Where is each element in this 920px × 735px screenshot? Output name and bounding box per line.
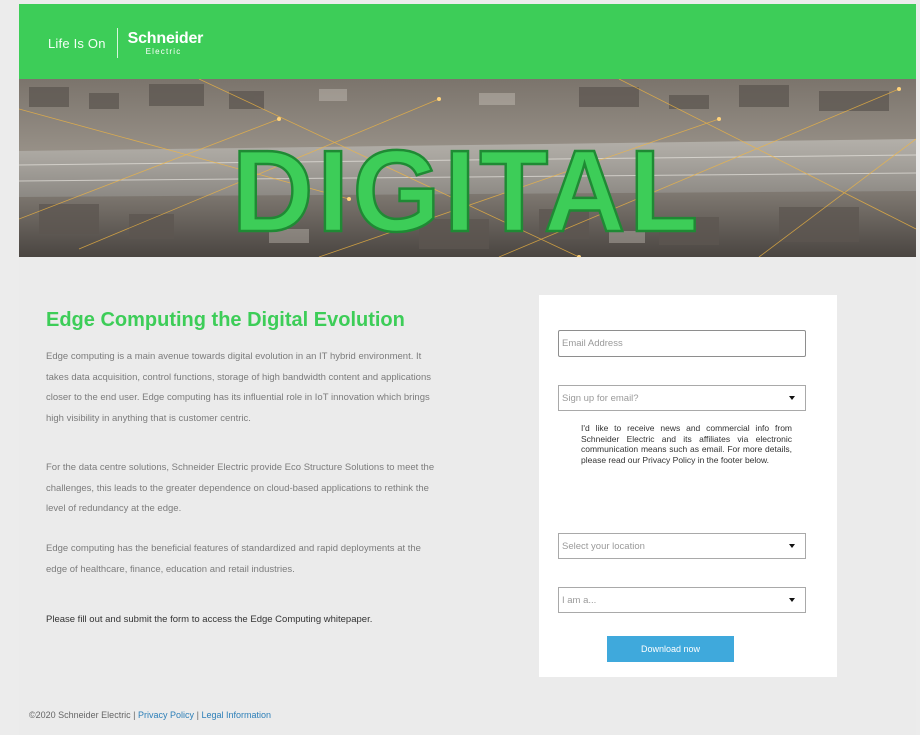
caret-down-icon xyxy=(789,396,795,400)
privacy-policy-link[interactable]: Privacy Policy xyxy=(138,710,194,720)
logo-name: Schneider xyxy=(127,29,204,47)
location-placeholder: Select your location xyxy=(562,540,645,552)
brand-divider xyxy=(116,28,118,58)
consent-text: I'd like to receive news and commercial … xyxy=(581,423,792,465)
copyright-text: ©2020 Schneider Electric | xyxy=(29,710,136,720)
download-form: Email Address Sign up for email? I'd lik… xyxy=(539,295,837,677)
hero-city-image: DIGITAL xyxy=(19,79,916,257)
article-paragraph: For the data centre solutions, Schneider… xyxy=(46,462,435,514)
article-paragraph: Edge computing is a main avenue towards … xyxy=(46,351,432,424)
article-title: Edge Computing the Digital Evolution xyxy=(46,309,405,331)
tagline: Life Is On xyxy=(48,35,106,51)
footer-separator: | xyxy=(196,710,199,720)
email-input[interactable]: Email Address xyxy=(558,330,806,357)
caret-down-icon xyxy=(789,544,795,548)
brand-lockup[interactable]: Life Is On Schneider Electric xyxy=(48,28,203,58)
signup-select[interactable]: Sign up for email? xyxy=(558,385,806,411)
landing-page: Life Is On Schneider Electric DIGITAL Ed… xyxy=(0,0,920,735)
header-bar: Life Is On Schneider Electric xyxy=(19,4,916,79)
schneider-logo: Schneider Electric xyxy=(127,29,204,56)
footer: ©2020 Schneider Electric | Privacy Polic… xyxy=(29,710,271,720)
article-cta: Please fill out and submit the form to a… xyxy=(46,614,373,625)
hero-word: DIGITAL xyxy=(232,126,702,256)
caret-down-icon xyxy=(789,598,795,602)
role-select[interactable]: I am a... xyxy=(558,587,806,613)
logo-sub: Electric xyxy=(145,46,182,56)
location-select[interactable]: Select your location xyxy=(558,533,806,559)
main-content: Edge Computing the Digital Evolution Edg… xyxy=(19,257,916,735)
legal-information-link[interactable]: Legal Information xyxy=(201,710,271,720)
hero-banner: DIGITAL xyxy=(19,79,916,257)
article-paragraph: Edge computing has the beneficial featur… xyxy=(46,543,421,575)
signup-placeholder: Sign up for email? xyxy=(562,392,639,404)
download-button[interactable]: Download now xyxy=(607,636,734,662)
role-placeholder: I am a... xyxy=(562,594,597,606)
email-placeholder: Email Address xyxy=(562,338,623,349)
